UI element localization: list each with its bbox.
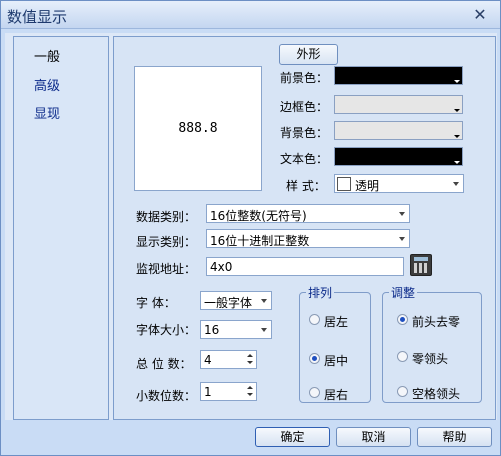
style-select[interactable]: 透明 [334,174,464,193]
monitor-address-label: 监视地址： [136,262,197,276]
adjust-legend: 调整 [391,286,416,300]
sidebar-item-general[interactable]: 一般 [34,46,94,65]
radio-space-leading[interactable]: 空格领头 [397,384,477,401]
preview-value: 888.8 [178,121,218,136]
style-label: 样 式： [286,179,326,193]
calculator-icon[interactable] [410,254,432,276]
radio-strip-leading-zero-label: 前头去零 [412,315,461,329]
radio-align-left[interactable]: 居左 [309,312,364,329]
chevron-down-icon [399,237,405,241]
border-color-picker[interactable] [334,95,463,114]
decimal-digits-value: 1 [204,385,212,399]
title-bar: 数值显示 ✕ [1,1,500,29]
font-select[interactable]: 一般字体 [200,291,272,310]
ok-button[interactable]: 确定 [255,427,330,447]
appearance-tab-button[interactable]: 外形 [279,44,338,65]
settings-panel: 外形 888.8 前景色： 边框色： 背景色： 文本色： 样 式： 透明 数据类… [113,36,496,420]
text-color-label: 文本色： [280,152,329,166]
radio-align-right-label: 居右 [324,388,349,402]
border-color-label: 边框色： [280,100,329,114]
radio-icon [397,351,408,362]
radio-checked-icon [309,353,320,364]
total-digits-value: 4 [204,353,212,367]
foreground-color-picker[interactable] [334,66,463,85]
chevron-down-icon [261,328,267,332]
preview-box: 888.8 [134,66,262,191]
style-select-value: 透明 [355,179,380,193]
monitor-address-input[interactable]: 4x0 [206,257,404,276]
text-color-picker[interactable] [334,147,463,166]
radio-icon [309,314,320,325]
radio-icon [397,386,408,397]
cancel-button[interactable]: 取消 [336,427,411,447]
radio-checked-icon [397,314,408,325]
decimal-digits-label: 小数位数： [136,389,197,403]
chevron-down-icon [399,212,405,216]
radio-icon [309,387,320,398]
dialog-window: 数值显示 ✕ 一般 高级 显现 外形 888.8 前景色： 边框色： 背景色： … [0,0,501,456]
radio-zero-leading[interactable]: 零领头 [397,349,477,366]
radio-align-center[interactable]: 居中 [309,351,364,368]
alignment-legend: 排列 [308,286,333,300]
display-type-select[interactable]: 16位十进制正整数 [206,229,410,248]
font-value: 一般字体 [204,296,253,310]
radio-zero-leading-label: 零领头 [412,352,449,366]
help-button[interactable]: 帮助 [417,427,492,447]
data-type-select[interactable]: 16位整数(无符号) [206,204,410,223]
chevron-down-icon [261,299,267,303]
stepper-arrows-icon[interactable] [244,352,255,367]
background-color-label: 背景色： [280,126,329,140]
category-sidebar: 一般 高级 显现 [13,36,109,420]
monitor-address-value: 4x0 [210,260,233,274]
transparent-checkbox[interactable] [337,177,351,191]
display-type-label: 显示类别： [136,235,197,249]
font-label: 字 体： [136,296,176,310]
data-type-value: 16位整数(无符号) [210,209,307,223]
dialog-body: 一般 高级 显现 外形 888.8 前景色： 边框色： 背景色： 文本色： 样 … [5,33,497,420]
chevron-down-icon [454,135,460,138]
font-size-select[interactable]: 16 [200,320,272,339]
radio-strip-leading-zero[interactable]: 前头去零 [397,312,477,329]
foreground-color-label: 前景色： [280,71,329,85]
radio-align-right[interactable]: 居右 [309,385,364,402]
chevron-down-icon [454,161,460,164]
font-size-value: 16 [204,323,220,337]
radio-space-leading-label: 空格领头 [412,387,461,401]
font-size-label: 字体大小： [136,323,197,337]
data-type-label: 数据类别： [136,210,197,224]
chevron-down-icon [454,80,460,83]
sidebar-item-display[interactable]: 显现 [34,103,94,122]
chevron-down-icon [454,109,460,112]
decimal-digits-stepper[interactable]: 1 [200,382,257,401]
window-title: 数值显示 [7,8,68,26]
radio-align-center-label: 居中 [324,354,349,368]
dialog-footer: 确定 取消 帮助 [1,421,500,455]
stepper-arrows-icon[interactable] [244,384,255,399]
sidebar-item-advanced[interactable]: 高级 [34,75,94,94]
radio-align-left-label: 居左 [324,315,349,329]
total-digits-stepper[interactable]: 4 [200,350,257,369]
display-type-value: 16位十进制正整数 [210,234,310,248]
background-color-picker[interactable] [334,121,463,140]
close-icon[interactable]: ✕ [469,5,491,25]
total-digits-label: 总 位 数： [136,357,192,371]
chevron-down-icon [453,182,459,186]
